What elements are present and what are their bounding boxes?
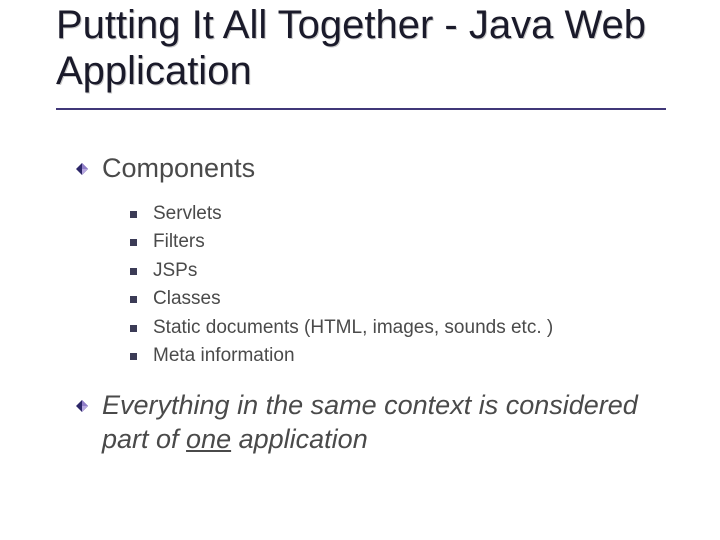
- list-item-label: Servlets: [153, 200, 676, 229]
- list-item: Static documents (HTML, images, sounds e…: [130, 314, 676, 343]
- list-item-label: Filters: [153, 228, 676, 257]
- slide: Putting It All Together - Java Web Appli…: [0, 0, 720, 540]
- list-item-label: Static documents (HTML, images, sounds e…: [153, 314, 676, 343]
- text-segment: Everything in the same context is consid…: [102, 390, 638, 454]
- slide-title: Putting It All Together - Java Web Appli…: [56, 2, 666, 95]
- list-item: Servlets: [130, 200, 676, 229]
- list-item: Classes: [130, 285, 676, 314]
- list-item-label: JSPs: [153, 257, 676, 286]
- slide-body: Components Servlets Filters JSPs Classes: [76, 152, 676, 470]
- diamond-bullet-icon: [76, 163, 88, 175]
- square-bullet-icon: [130, 325, 137, 332]
- list-item-label: Meta information: [153, 342, 676, 371]
- square-bullet-icon: [130, 268, 137, 275]
- emphasized-text: one: [186, 424, 231, 454]
- square-bullet-icon: [130, 353, 137, 360]
- square-bullet-icon: [130, 239, 137, 246]
- bullet-label: Everything in the same context is consid…: [102, 389, 676, 457]
- sub-bullet-list: Servlets Filters JSPs Classes Static doc…: [130, 200, 676, 371]
- list-item-label: Classes: [153, 285, 676, 314]
- bullet-everything: Everything in the same context is consid…: [76, 389, 676, 457]
- title-underline: [56, 108, 666, 110]
- diamond-bullet-icon: [76, 400, 88, 412]
- square-bullet-icon: [130, 211, 137, 218]
- list-item: Meta information: [130, 342, 676, 371]
- bullet-components: Components: [76, 152, 676, 186]
- square-bullet-icon: [130, 296, 137, 303]
- list-item: JSPs: [130, 257, 676, 286]
- bullet-label: Components: [102, 152, 676, 186]
- text-segment: application: [231, 424, 368, 454]
- list-item: Filters: [130, 228, 676, 257]
